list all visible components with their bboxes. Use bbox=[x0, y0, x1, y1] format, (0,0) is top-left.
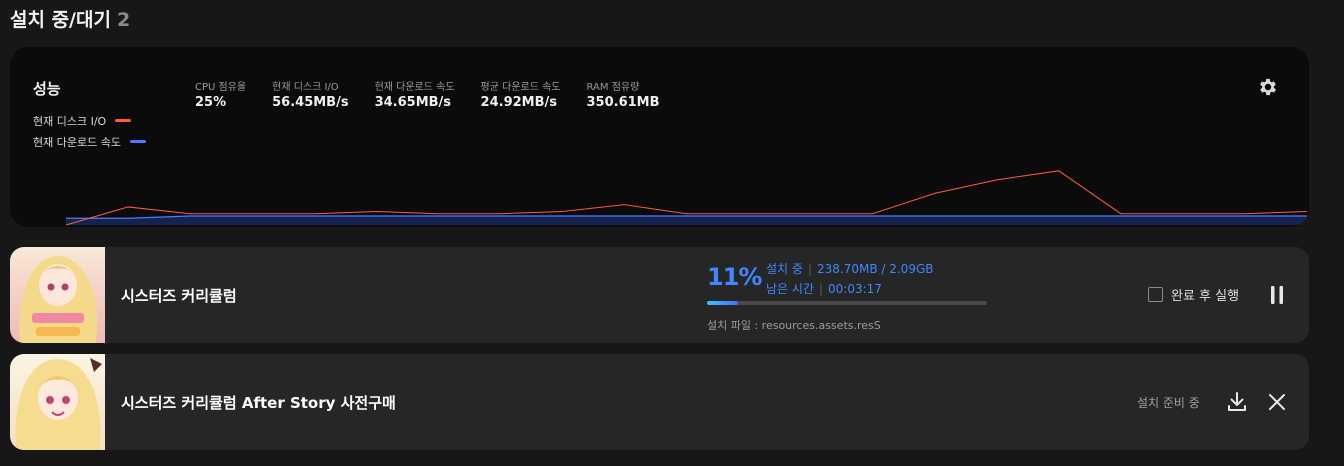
remaining-label: 남은 시간 bbox=[766, 282, 814, 296]
stat-label: 현재 디스크 I/O bbox=[272, 82, 339, 93]
size-value: 238.70MB / 2.09GB bbox=[816, 262, 934, 276]
progress-percent: 11% bbox=[707, 263, 762, 291]
run-after-label: 완료 후 실행 bbox=[1171, 289, 1240, 304]
legend-label-disk-io: 현재 디스크 I/O bbox=[33, 114, 107, 128]
progress-bar-fill bbox=[707, 301, 738, 305]
game-title: 시스터즈 커리큘럼 After Story 사전구매 bbox=[121, 394, 396, 412]
stat-label: 현재 다운로드 속도 bbox=[374, 82, 455, 93]
stat-label: RAM 점유량 bbox=[586, 82, 640, 93]
performance-chart bbox=[65, 170, 1308, 226]
series-area-download-speed bbox=[66, 215, 1307, 225]
pause-icon[interactable] bbox=[1264, 282, 1290, 308]
download-item-1[interactable]: 시스터즈 커리큘럼 11% 설치 중 | 238.70MB / 2.09GB 남은 … bbox=[10, 247, 1309, 343]
stat-value: 56.45MB/s bbox=[272, 95, 349, 110]
performance-panel: 성능 현재 디스크 I/O 현재 다운로드 속도 CPU 점유율 25% 현재 … bbox=[10, 47, 1309, 227]
stat-label: CPU 점유율 bbox=[195, 82, 247, 93]
legend-swatch-download-speed bbox=[129, 140, 146, 143]
legend-item-download-speed: 현재 다운로드 속도 bbox=[33, 131, 146, 152]
game-thumbnail bbox=[10, 247, 105, 343]
legend-swatch-disk-io bbox=[115, 119, 132, 122]
close-icon[interactable] bbox=[1264, 389, 1290, 415]
stat-avg-download-speed: 평균 다운로드 속도 24.92MB/s bbox=[481, 78, 561, 110]
stat-cpu: CPU 점유율 25% bbox=[195, 78, 246, 110]
chart-legend: 현재 디스크 I/O 현재 다운로드 속도 bbox=[33, 110, 146, 152]
remaining-value: 00:03:17 bbox=[828, 282, 882, 296]
queue-count: 2 bbox=[116, 9, 131, 31]
status-label: 설치 중 bbox=[766, 262, 803, 276]
stat-value: 34.65MB/s bbox=[374, 95, 452, 110]
stat-value: 25% bbox=[195, 95, 227, 110]
run-after-checkbox[interactable] bbox=[1148, 287, 1163, 302]
stat-disk-io: 현재 디스크 I/O 56.45MB/s bbox=[272, 78, 348, 110]
run-after-complete-toggle[interactable]: 완료 후 실행 bbox=[1148, 285, 1239, 304]
status-text: 설치 준비 중 bbox=[1137, 396, 1200, 410]
stat-label: 평균 다운로드 속도 bbox=[480, 82, 561, 93]
game-title: 시스터즈 커리큘럼 bbox=[121, 287, 237, 305]
legend-label-download-speed: 현재 다운로드 속도 bbox=[33, 135, 121, 149]
progress-bar bbox=[707, 301, 987, 305]
game-thumbnail bbox=[10, 354, 105, 450]
install-file: 설치 파일 : resources.assets.resS bbox=[707, 319, 881, 332]
stat-value: 24.92MB/s bbox=[480, 95, 557, 110]
performance-title: 성능 bbox=[33, 80, 61, 98]
legend-item-disk-io: 현재 디스크 I/O bbox=[33, 110, 146, 131]
download-item-2[interactable]: 시스터즈 커리큘럼 After Story 사전구매 설치 준비 중 bbox=[10, 354, 1309, 450]
stat-ram: RAM 점유량 350.61MB bbox=[587, 78, 660, 110]
performance-stats: CPU 점유율 25% 현재 디스크 I/O 56.45MB/s 현재 다운로드… bbox=[195, 78, 686, 110]
section-header: 설치 중/대기 2 bbox=[10, 5, 130, 32]
chart-plot-area bbox=[65, 170, 1308, 226]
progress-info: 설치 중 | 238.70MB / 2.09GB 남은 시간 | 00:03:17 bbox=[766, 262, 934, 296]
stat-download-speed: 현재 다운로드 속도 34.65MB/s bbox=[375, 78, 455, 110]
download-icon[interactable] bbox=[1224, 389, 1250, 415]
gear-icon[interactable] bbox=[1256, 75, 1280, 99]
section-title: 설치 중/대기 bbox=[10, 9, 111, 31]
stat-value: 350.61MB bbox=[586, 95, 660, 110]
